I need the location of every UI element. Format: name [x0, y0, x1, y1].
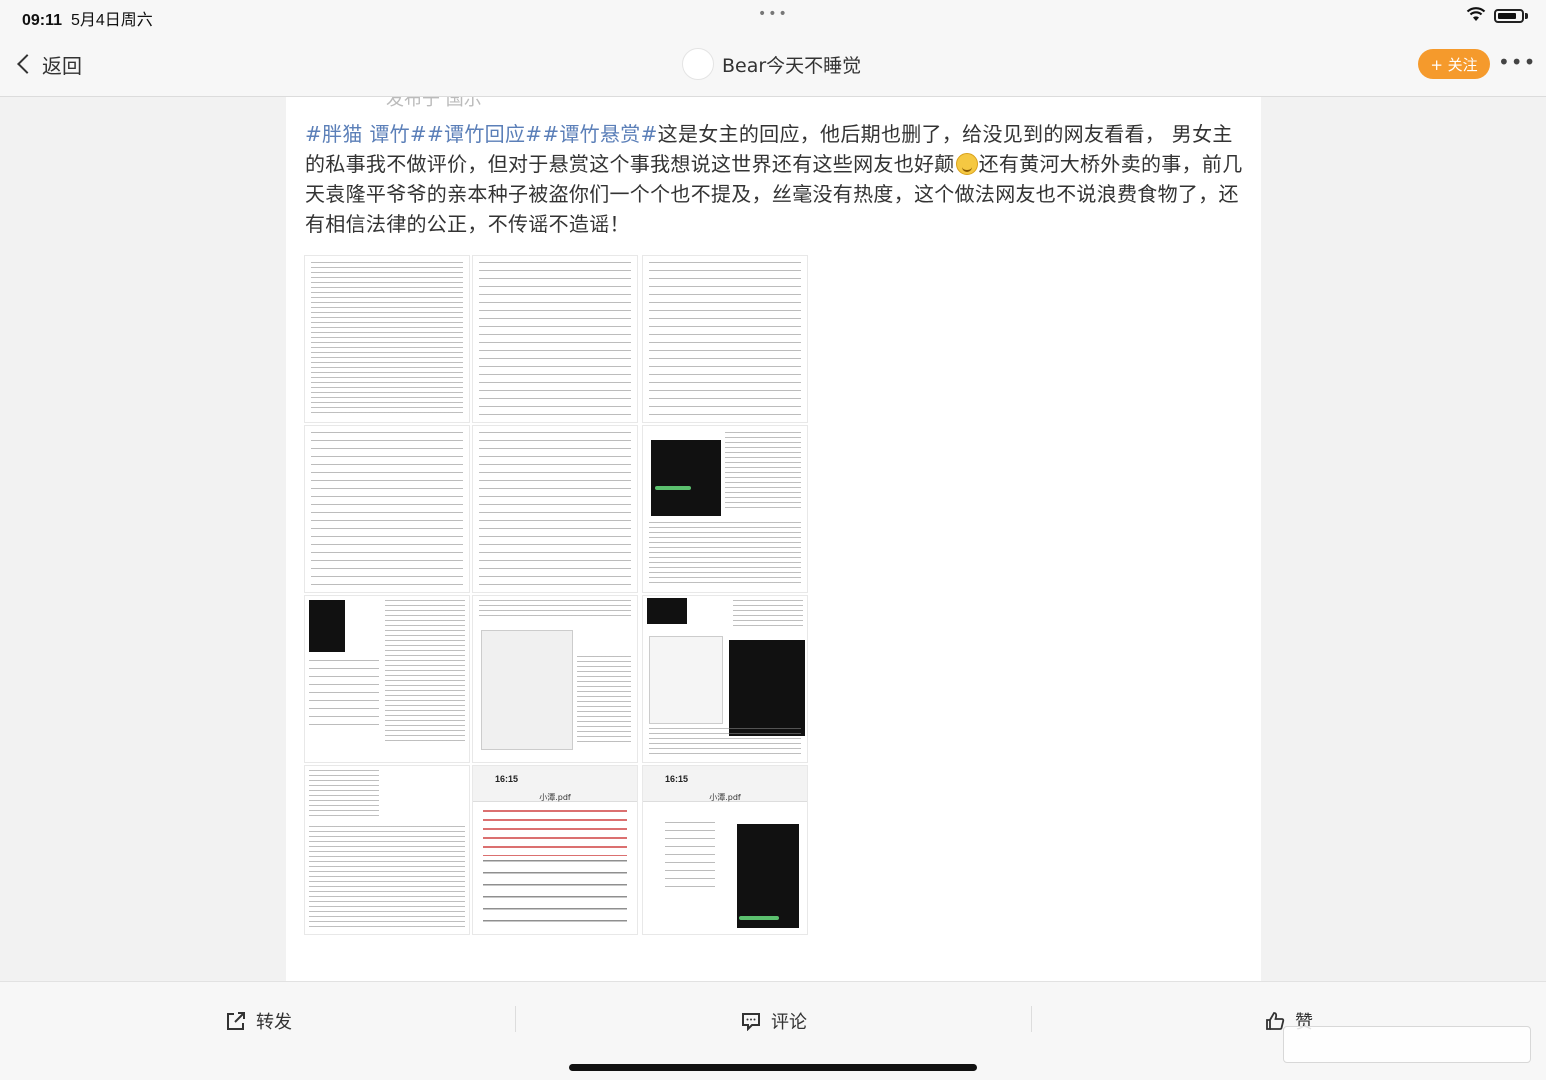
post-image-6[interactable]	[642, 425, 808, 593]
back-button[interactable]: 返回	[14, 49, 82, 79]
username[interactable]: Bear今天不睡觉	[722, 51, 861, 78]
chat-screenshot	[481, 630, 573, 750]
status-bar: 09:11 5月4日周六 •••	[0, 0, 1546, 32]
post-image-12[interactable]: 16:15 小潭.pdf	[642, 765, 808, 935]
post-image-3[interactable]	[642, 255, 808, 423]
text-screenshot	[649, 262, 801, 416]
bottom-toolbar: 转发 评论 赞	[0, 981, 1546, 1080]
nav-user[interactable]: Bear今天不睡觉	[682, 48, 861, 80]
cut-off-text: 发布于 国示	[386, 97, 482, 110]
text-screenshot	[479, 432, 631, 586]
highlighted-text	[483, 810, 627, 856]
phone-time: 16:15	[495, 774, 519, 784]
text-screenshot	[733, 600, 803, 630]
text-screenshot	[665, 822, 715, 894]
battery-tip	[1525, 13, 1528, 19]
post-image-1[interactable]	[304, 255, 470, 423]
chat-screenshot	[651, 440, 721, 516]
status-time: 09:11 5月4日周六	[22, 12, 153, 29]
text-screenshot	[309, 660, 379, 732]
text-screenshot	[311, 262, 463, 416]
laughing-crying-emoji-icon	[955, 153, 978, 175]
divider	[515, 1006, 516, 1032]
text-screenshot	[309, 770, 379, 820]
repost-label: 转发	[256, 1012, 292, 1033]
pdf-title: 小潭.pdf	[709, 793, 741, 802]
repost-button[interactable]: 转发	[226, 1006, 292, 1036]
post-image-2[interactable]	[472, 255, 638, 423]
comment-icon	[742, 1013, 760, 1031]
comment-button[interactable]: 评论	[741, 1006, 807, 1036]
battery-icon	[1494, 9, 1524, 23]
post-image-11[interactable]: 16:15 小潭.pdf	[472, 765, 638, 935]
text-screenshot	[385, 600, 465, 742]
comment-label: 评论	[771, 1012, 807, 1033]
text-screenshot	[309, 826, 465, 930]
post-image-7[interactable]	[304, 595, 470, 763]
more-options-icon[interactable]: •••	[1498, 52, 1535, 76]
chat-screenshot	[649, 636, 723, 724]
chevron-left-icon	[17, 54, 37, 74]
text-screenshot	[577, 656, 631, 742]
hashtag-link[interactable]: #胖猫 谭竹#	[305, 122, 427, 146]
phone-time: 16:15	[665, 774, 689, 784]
post-image-8[interactable]	[472, 595, 638, 763]
thumbs-up-icon	[1266, 1012, 1285, 1030]
post-text: #胖猫 谭竹##谭竹回应##谭竹悬赏#这是女主的回应，他后期也删了，给没见到的网…	[305, 119, 1245, 239]
chat-screenshot	[647, 598, 687, 624]
home-indicator[interactable]	[569, 1064, 977, 1071]
comment-input-overlay[interactable]	[1283, 1026, 1531, 1063]
text-screenshot	[725, 432, 801, 508]
nav-bar: 返回 Bear今天不睡觉 + 关注 •••	[0, 32, 1546, 97]
text-screenshot	[649, 522, 801, 586]
hashtag-link[interactable]: #谭竹回应#	[427, 122, 542, 146]
chat-screenshot	[309, 600, 345, 652]
avatar[interactable]	[682, 48, 714, 80]
multitask-dots-icon: •••	[758, 6, 789, 22]
image-grid: 16:15 小潭.pdf 16:15 小潭.pdf	[304, 255, 808, 935]
post-image-5[interactable]	[472, 425, 638, 593]
text-screenshot	[311, 432, 463, 586]
post-image-10[interactable]	[304, 765, 470, 935]
text-screenshot	[483, 860, 627, 928]
share-icon	[227, 1012, 245, 1030]
hashtag-link[interactable]: #谭竹悬赏#	[542, 122, 657, 146]
highlight-mark	[739, 916, 779, 920]
divider	[1031, 1006, 1032, 1032]
back-label: 返回	[42, 53, 82, 78]
text-screenshot	[649, 728, 801, 758]
pdf-title: 小潭.pdf	[539, 793, 571, 802]
post-image-9[interactable]	[642, 595, 808, 763]
chat-screenshot	[737, 824, 799, 928]
text-screenshot	[479, 600, 631, 620]
post-content: 发布于 国示 #胖猫 谭竹##谭竹回应##谭竹悬赏#这是女主的回应，他后期也删了…	[286, 97, 1261, 981]
text-screenshot	[479, 262, 631, 416]
chat-screenshot	[729, 640, 805, 736]
highlight-mark	[655, 486, 691, 490]
post-image-4[interactable]	[304, 425, 470, 593]
follow-button[interactable]: + 关注	[1418, 49, 1490, 79]
wifi-icon	[1466, 7, 1486, 21]
